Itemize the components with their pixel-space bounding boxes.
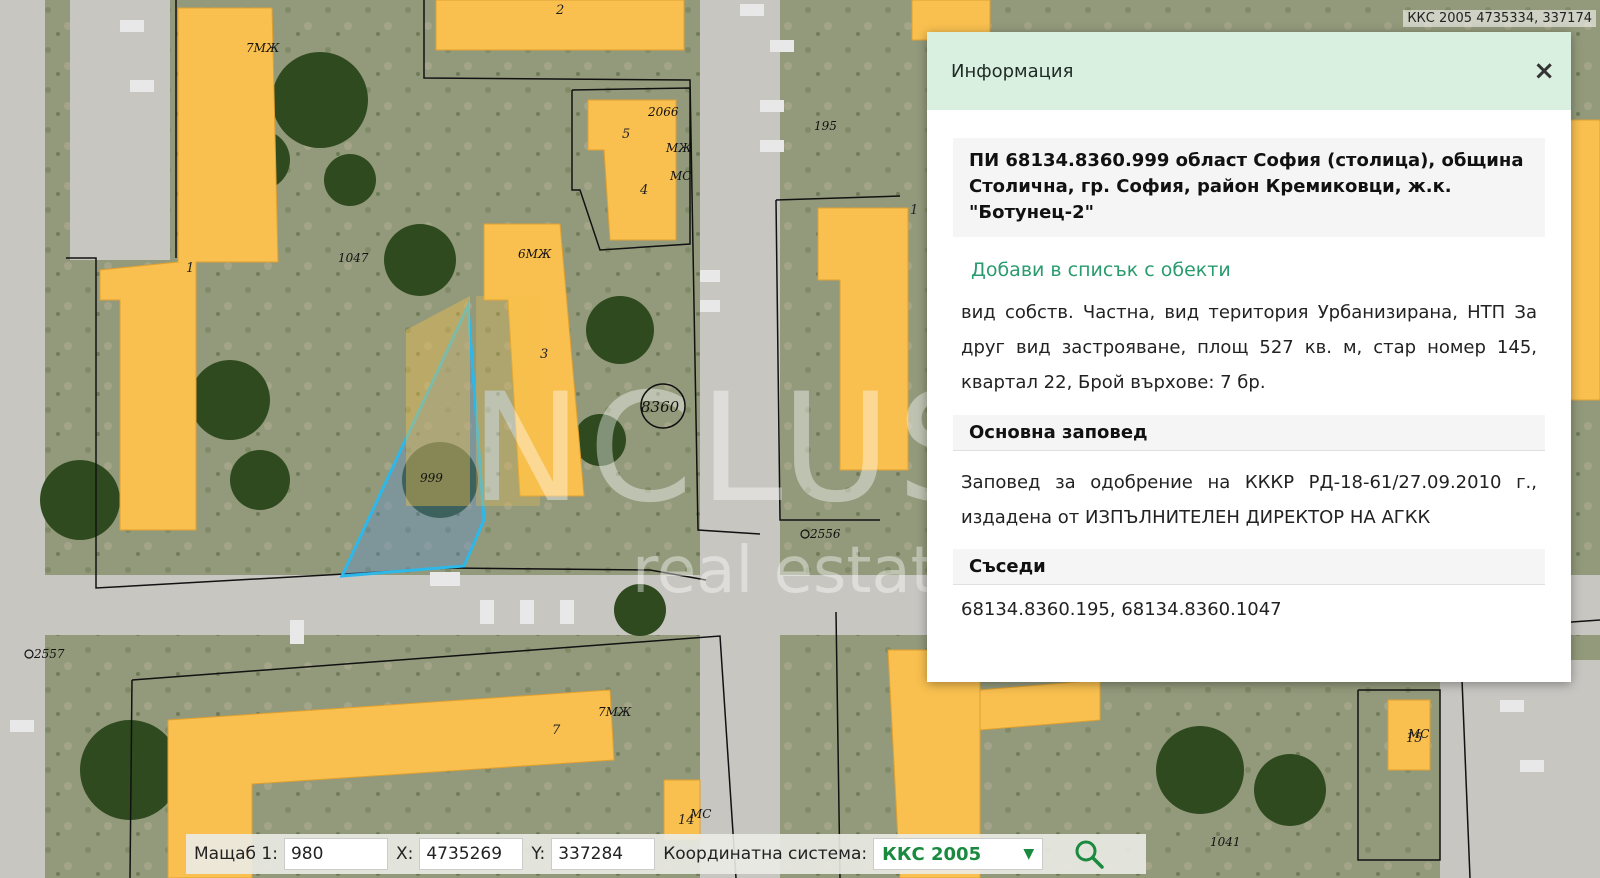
block-label: 1	[910, 203, 918, 218]
crs-label: Координатна система:	[663, 844, 868, 864]
block-label: 1	[186, 261, 194, 276]
parcel-title: ПИ 68134.8360.999 област София (столица)…	[953, 138, 1545, 238]
neighbours-heading: Съседи	[953, 548, 1545, 585]
block-code: 6МЖ	[518, 247, 552, 261]
dropdown-arrow-icon: ▼	[1023, 846, 1035, 862]
scale-input[interactable]	[283, 838, 388, 870]
parcel-number: 2557	[33, 647, 65, 661]
order-heading: Основна заповед	[953, 414, 1545, 451]
map-toolbar: Мащаб 1: X: Y: Координатна система: ККС …	[186, 834, 1146, 874]
block-label: 2	[555, 3, 564, 18]
parcel-number: 2066	[647, 105, 679, 119]
x-label: X:	[395, 844, 414, 864]
order-text: Заповед за одобрение на КККР РД-18-61/27…	[961, 471, 1537, 528]
parcel-number: 1041	[1210, 835, 1241, 849]
parcel-details: вид собств. Частна, вид територия Урбани…	[961, 302, 1537, 394]
close-button[interactable]: ×	[1533, 58, 1555, 84]
info-panel-header: Информация ×	[927, 32, 1571, 110]
block-label: 3	[540, 347, 548, 362]
crs-select[interactable]: ККС 2005 ▼	[873, 838, 1044, 870]
block-label: 4	[639, 183, 648, 198]
crs-selected-value: ККС 2005	[882, 843, 982, 865]
block-code: МС	[689, 807, 711, 821]
info-panel: Информация × ПИ 68134.8360.999 област Со…	[927, 32, 1571, 682]
parcel-number: 999	[420, 471, 443, 485]
block-code: 7МЖ	[246, 41, 280, 55]
quarter-label: 8360	[641, 398, 680, 416]
block-code: МС	[669, 169, 691, 183]
block-code: 7МЖ	[598, 705, 632, 719]
block-code: МЖ	[665, 141, 692, 155]
watermark-sub-text: real estate	[632, 534, 975, 608]
search-icon	[1075, 840, 1104, 869]
parcel-number: 2556	[809, 527, 841, 541]
x-coordinate-input[interactable]	[419, 838, 524, 870]
add-to-list-link[interactable]: Добави в списък с обекти	[971, 259, 1527, 281]
block-code: МС	[1407, 727, 1429, 741]
neighbours-text: 68134.8360.195, 68134.8360.1047	[961, 598, 1282, 620]
parcel-number: 195	[814, 119, 837, 133]
block-label: 7	[552, 723, 561, 738]
parcel-number: 1047	[338, 251, 369, 265]
cursor-coordinate-readout: ККС 2005 4735334, 337174	[1403, 10, 1596, 27]
block-label: 5	[622, 127, 630, 142]
info-panel-title: Информация	[951, 60, 1074, 82]
scale-label: Мащаб 1:	[194, 844, 278, 864]
y-label: Y:	[531, 844, 546, 864]
y-coordinate-input[interactable]	[551, 838, 656, 870]
search-button[interactable]	[1071, 837, 1107, 871]
